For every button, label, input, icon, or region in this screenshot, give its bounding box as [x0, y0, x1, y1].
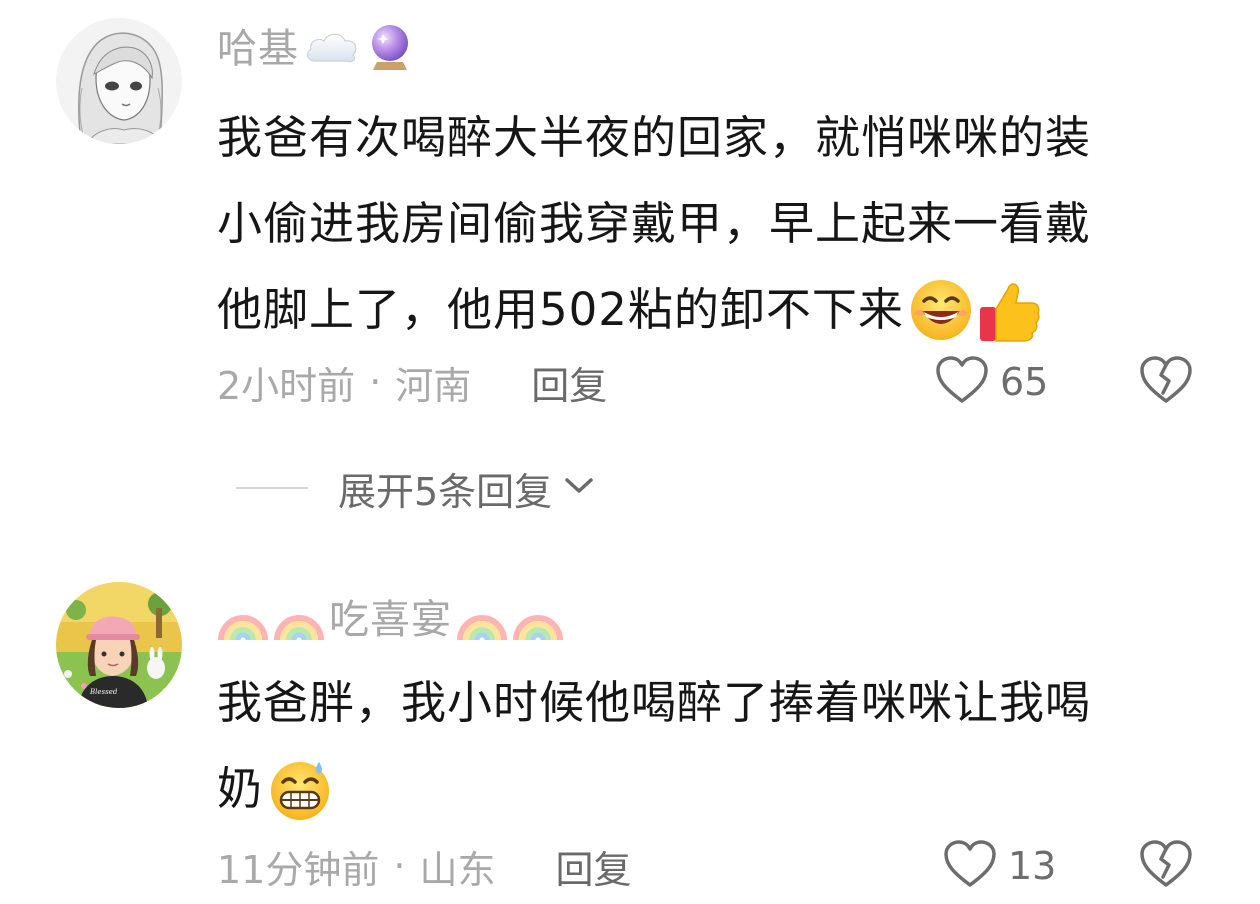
svg-text:Blessed: Blessed [89, 688, 118, 696]
comment-time: 2小时前 [217, 363, 356, 408]
comment-text-line: 奶 [217, 743, 1227, 829]
avatar[interactable] [56, 18, 182, 144]
username-row: 吃喜宴 [217, 590, 564, 650]
cartoon-girl-avatar-image: Blessed [56, 582, 182, 708]
comment-location: 山东 [419, 847, 496, 892]
username[interactable]: 哈基 [217, 19, 299, 79]
comment-text-line: 我爸胖，我小时候他喝醉了捧着咪咪让我喝 [217, 676, 1092, 729]
meta-separator: · [369, 360, 382, 404]
rainbow-icon [217, 594, 269, 646]
username[interactable]: 吃喜宴 [329, 590, 452, 650]
grinning-sweat-face-icon [910, 280, 971, 340]
comment-item: Blessed 吃喜宴 我爸胖，我小时候他喝醉了捧着咪咪让我喝 奶 11分钟前 … [0, 560, 1260, 904]
like-count: 65 [1000, 360, 1049, 404]
expand-replies-label: 展开5条回复 [338, 469, 553, 514]
reply-button[interactable]: 回复 [531, 355, 607, 410]
crystal-ball-icon [367, 22, 413, 76]
cloud-icon [303, 27, 361, 71]
anime-girl-avatar-image [56, 18, 182, 144]
comment-text: 我爸有次喝醉大半夜的回家，就悄咪咪的装 小偷进我房间偷我穿戴甲，早上起来一看戴 … [217, 92, 1227, 350]
comment-text-line: 我爸有次喝醉大半夜的回家，就悄咪咪的装 [217, 111, 1092, 164]
comment-text: 我爸胖，我小时候他喝醉了捧着咪咪让我喝 奶 [217, 657, 1227, 829]
like-button[interactable]: 13 [942, 836, 1056, 896]
comment-location: 河南 [395, 363, 472, 408]
divider [236, 487, 308, 489]
comment-text-line: 他脚上了，他用502粘的卸不下来 [217, 264, 1227, 350]
dislike-button[interactable] [1136, 836, 1196, 896]
broken-heart-icon [1139, 839, 1193, 893]
like-button[interactable]: 65 [934, 352, 1048, 412]
expand-replies-button[interactable]: 展开5条回复 [236, 458, 596, 518]
heart-icon [942, 839, 998, 893]
grinning-sweat-face-icon [271, 762, 330, 820]
rainbow-icon [273, 594, 325, 646]
like-count: 13 [1008, 844, 1057, 888]
comment-meta: 2小时前 · 河南 回复 [217, 352, 607, 412]
rainbow-icon [456, 594, 508, 646]
meta-separator: · [393, 844, 406, 888]
comment-meta: 11分钟前 · 山东 回复 [217, 836, 631, 896]
avatar[interactable]: Blessed [56, 582, 182, 708]
rainbow-icon [512, 594, 564, 646]
comment-time: 11分钟前 [217, 847, 380, 892]
comment-text-line: 小偷进我房间偷我穿戴甲，早上起来一看戴 [217, 197, 1092, 250]
heart-icon [934, 355, 990, 409]
comment-item: 哈基 我爸有次喝醉大半夜的回家，就悄咪咪的装 小偷进我房间偷我穿戴甲，早上起来一… [0, 0, 1260, 540]
reply-button[interactable]: 回复 [555, 839, 631, 894]
username-row: 哈基 [217, 19, 413, 79]
thumbs-up-icon [979, 283, 1040, 342]
dislike-button[interactable] [1136, 352, 1196, 412]
chevron-down-icon [562, 474, 596, 502]
broken-heart-icon [1139, 355, 1193, 409]
